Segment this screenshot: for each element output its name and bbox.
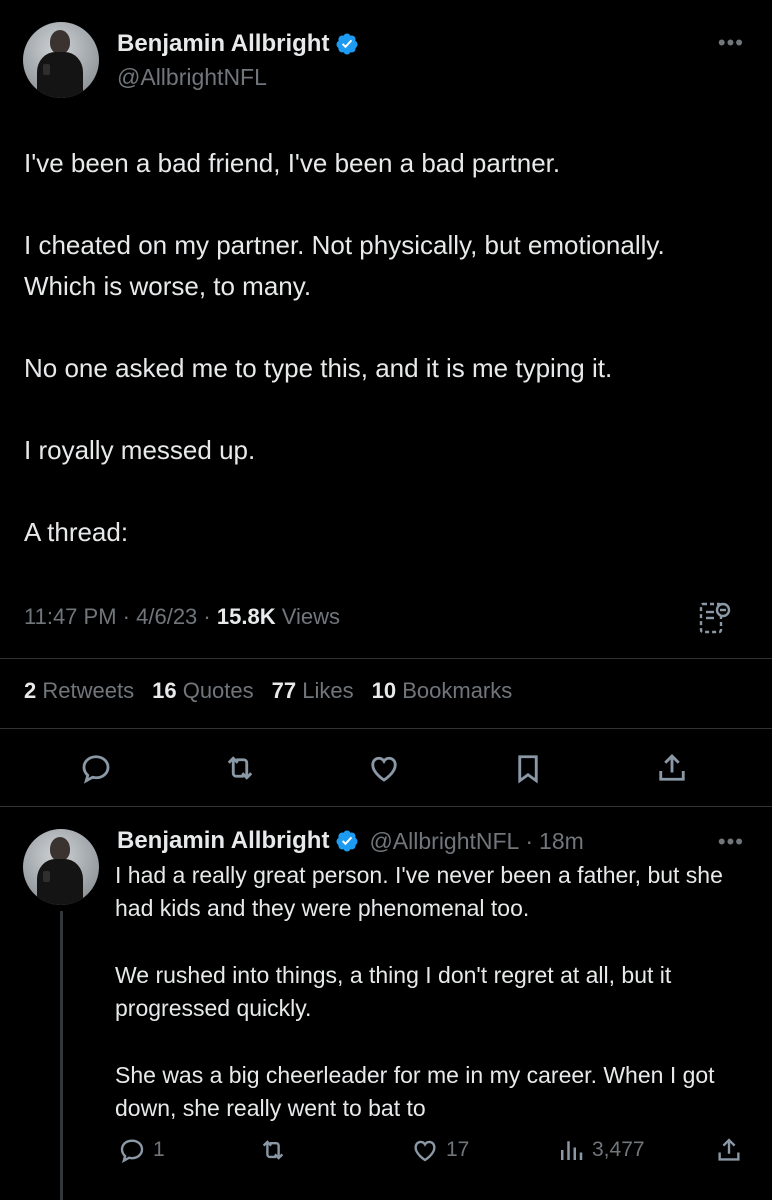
divider — [0, 658, 772, 659]
reply-text: I had a really great person. I've never … — [115, 859, 755, 1159]
avatar-head — [50, 30, 70, 54]
avatar-body — [37, 859, 83, 905]
retweet-icon[interactable] — [222, 750, 258, 786]
tweet-detail-page: Benjamin Allbright @AllbrightNFL ••• I'v… — [0, 0, 772, 1200]
reply-icon[interactable] — [78, 750, 114, 786]
like-count: 17 — [446, 1138, 470, 1161]
tweet-paragraph: I've been a bad friend, I've been a bad … — [24, 148, 561, 178]
reply-count: 1 — [153, 1138, 165, 1161]
quotes-count: 16 — [152, 678, 177, 703]
share-icon — [718, 1138, 740, 1161]
tweet-paragraph: I royally messed up. — [24, 435, 256, 465]
avatar[interactable] — [23, 829, 99, 905]
main-tweet: Benjamin Allbright @AllbrightNFL ••• I'v… — [0, 0, 772, 807]
meta-separator: · — [525, 827, 534, 854]
engagement-stats: 2 Retweets 16 Quotes 77 Likes 10 Bookmar… — [24, 678, 512, 704]
tweet-date[interactable]: 4/6/23 — [136, 604, 197, 629]
share-button[interactable] — [714, 1135, 744, 1165]
like-icon — [414, 1140, 436, 1162]
retweet-button[interactable] — [258, 1135, 294, 1165]
author-name[interactable]: Benjamin Allbright — [117, 30, 329, 58]
tweet-paragraph: I cheated on my partner. Not physically,… — [24, 230, 665, 301]
verified-badge-icon — [336, 33, 358, 55]
share-icon[interactable] — [654, 750, 690, 786]
avatar[interactable] — [23, 22, 99, 98]
author-name[interactable]: Benjamin Allbright — [117, 827, 329, 855]
like-button[interactable]: 17 — [410, 1135, 469, 1165]
views-button[interactable]: 3,477 — [556, 1135, 645, 1165]
more-options-icon[interactable]: ••• — [718, 30, 744, 56]
tweet-paragraph: No one asked me to type this, and it is … — [24, 353, 613, 383]
tweet-meta: 11:47 PM · 4/6/23 · 15.8K Views — [24, 604, 340, 630]
avatar-phone — [43, 64, 50, 75]
author-handle[interactable]: @AllbrightNFL — [117, 64, 267, 91]
analytics-icon[interactable] — [698, 600, 732, 638]
author-handle[interactable]: @AllbrightNFL — [369, 828, 519, 855]
views-label: Views — [281, 604, 341, 629]
reply-icon — [120, 1139, 144, 1164]
retweets-label: Retweets — [42, 678, 135, 703]
tweet-time[interactable]: 11:47 PM — [24, 604, 117, 629]
likes-stat[interactable]: 77 Likes — [272, 678, 354, 704]
reply-actions: 1 17 3,477 — [0, 1135, 772, 1175]
bookmarks-count: 10 — [371, 678, 397, 703]
quotes-stat[interactable]: 16 Quotes — [152, 678, 254, 704]
quotes-label: Quotes — [182, 678, 254, 703]
likes-label: Likes — [302, 678, 354, 703]
bookmarks-label: Bookmarks — [402, 678, 513, 703]
meta-separator: · — [203, 604, 211, 629]
views-count: 15.8K — [216, 604, 276, 629]
reply-paragraph: She was a big cheerleader for me in my c… — [115, 1062, 715, 1121]
tweet-age[interactable]: 18m — [539, 828, 584, 855]
bookmark-icon[interactable] — [510, 750, 546, 786]
avatar-body — [37, 52, 83, 98]
avatar-head — [50, 837, 70, 861]
avatar-phone — [43, 871, 50, 882]
reply-paragraph: I had a really great person. I've never … — [115, 862, 723, 921]
like-icon[interactable] — [366, 750, 402, 786]
bookmarks-stat[interactable]: 10 Bookmarks — [372, 678, 513, 704]
likes-count: 77 — [271, 678, 297, 703]
retweets-count: 2 — [24, 678, 37, 703]
divider — [0, 728, 772, 729]
reply-button[interactable]: 1 — [117, 1135, 165, 1165]
retweet-icon — [262, 1140, 284, 1160]
meta-separator: · — [122, 604, 130, 629]
views-count: 3,477 — [592, 1138, 645, 1161]
author-name-row[interactable]: Benjamin Allbright — [117, 30, 359, 58]
retweets-stat[interactable]: 2 Retweets — [24, 678, 134, 704]
views-icon — [561, 1141, 583, 1160]
more-options-icon[interactable]: ••• — [718, 829, 744, 855]
tweet-actions — [0, 750, 772, 790]
tweet-text: I've been a bad friend, I've been a bad … — [24, 143, 744, 594]
tweet-paragraph: A thread: — [24, 517, 129, 547]
reply-author-row: Benjamin Allbright @AllbrightNFL · 18m — [117, 827, 584, 855]
verified-badge-icon — [336, 830, 358, 852]
reply-paragraph: We rushed into things, a thing I don't r… — [115, 962, 672, 1021]
